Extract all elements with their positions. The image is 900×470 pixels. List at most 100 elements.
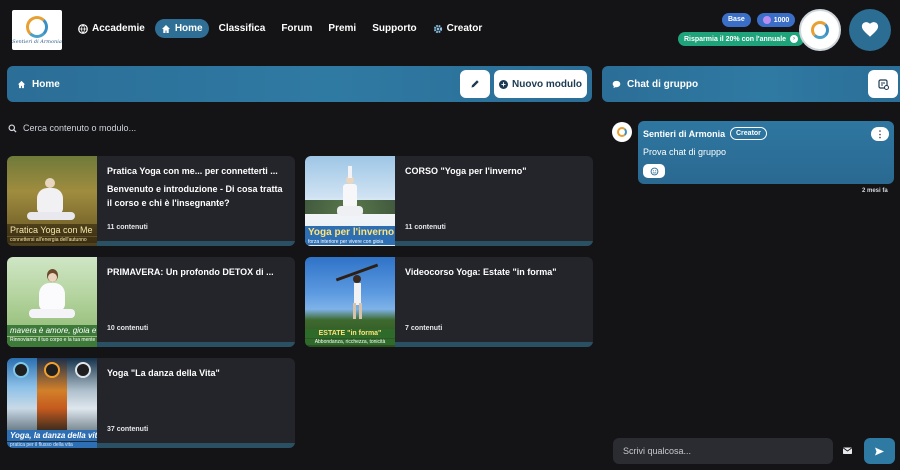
add-reaction-button[interactable] [643,164,665,178]
module-card[interactable]: Pratica Yoga con Me connettersi all'ener… [7,156,295,246]
gear-icon [433,24,443,34]
brand-logo[interactable]: Sentieri di Armonia [12,10,62,50]
search-icon [8,123,17,133]
mail-button[interactable] [840,443,854,457]
module-thumbnail: ESTATE "in forma" Abbondanza, ricchezza,… [305,257,395,347]
top-bar: Sentieri di Armonia Accademie Home Class… [0,0,900,60]
nav-item-label: Creator [446,23,483,34]
smiley-icon [650,167,658,175]
module-title: PRIMAVERA: Un profondo DETOX di ... [107,267,274,277]
module-card[interactable]: Yoga, la danza della vita pratica per il… [7,358,295,448]
module-count: 10 contenuti [107,325,149,332]
send-button[interactable] [864,438,895,464]
search-placeholder: Cerca contenuto o modulo... [23,123,137,133]
module-info: Videocorso Yoga: Estate "in forma" [405,267,585,277]
module-progress-bar [395,241,593,246]
message-timestamp: 2 mesi fa [862,188,888,194]
logo-swirl-icon [811,21,829,39]
points-icon [762,16,771,24]
envelope-icon [842,447,852,454]
chat-settings-icon [877,78,889,90]
nav-item-premi[interactable]: Premi [322,19,362,38]
thumbnail-caption: Yoga, la danza della vita [7,430,97,441]
module-progress-bar [97,241,295,246]
nav-item-home[interactable]: Home [154,19,209,38]
thumbnail-caption: Pratica Yoga con Me [7,224,97,236]
module-progress-bar [97,342,295,347]
nav-item-supporto[interactable]: Supporto [366,19,422,38]
nav-item-forum[interactable]: Forum [275,19,318,38]
home-title-text: Home [32,78,60,90]
module-title: CORSO "Yoga per l'inverno" [405,166,527,176]
chat-settings-button[interactable] [868,70,898,98]
chat-title-text: Chat di gruppo [627,78,699,90]
module-info: CORSO "Yoga per l'inverno" [405,166,585,176]
module-count: 11 contenuti [405,224,446,231]
message-author[interactable]: Sentieri di Armonia [643,129,725,139]
globe-icon [78,23,88,34]
arrow-right-icon: › [790,35,799,43]
module-info: PRIMAVERA: Un profondo DETOX di ... [107,267,287,277]
chat-title: Chat di gruppo [612,79,698,90]
module-title: Yoga "La danza della Vita" [107,368,220,378]
search-field[interactable]: Cerca contenuto o modulo... [8,123,136,133]
new-module-button[interactable]: + Nuovo modulo [494,70,587,98]
logo-swirl-icon [617,127,627,137]
points-value: 1000 [773,16,790,24]
nav-item-classifica[interactable]: Classifica [213,19,272,38]
pencil-icon [471,80,479,88]
thumbnail-subcaption: Rinnoviamo il tuo corpo e la tua mente [7,337,97,347]
chat-header: Chat di gruppo [602,66,900,102]
thumbnail-caption: ESTATE "in forma" [305,329,395,338]
thumbnail-subcaption: connettersi all'energia dell'autunno [7,237,97,243]
module-thumbnail: mavera è amore, gioia e leggere Rinnovia… [7,257,97,347]
nav-item-label: Premi [328,23,357,34]
nav-item-label: Forum [281,23,313,34]
chat-input-placeholder: Scrivi qualcosa... [623,446,692,456]
message-text: Prova chat di gruppo [643,147,727,157]
module-thumbnail: Yoga per l'inverno forza interiore per v… [305,156,395,246]
module-info: Yoga "La danza della Vita" [107,368,287,378]
points-badge[interactable]: 1000 [756,13,796,27]
logo-swirl-icon [26,15,48,38]
main-nav: Accademie Home Classifica Forum Premi Su… [72,19,488,38]
module-count: 11 contenuti [107,224,148,231]
module-thumbnail: Yoga, la danza della vita pratica per il… [7,358,97,448]
home-icon [161,24,171,34]
module-thumbnail: Pratica Yoga con Me connettersi all'ener… [7,156,97,246]
chat-message-input[interactable]: Scrivi qualcosa... [613,438,833,464]
promo-text: Risparmia il 20% con l'annuale [684,35,787,43]
plus-icon: + [499,79,508,89]
nav-item-creator[interactable]: Creator [427,19,489,38]
heart-icon [861,22,879,37]
creator-badge: Creator [730,127,767,140]
nav-item-label: Accademie [92,23,145,34]
nav-item-label: Supporto [372,23,417,34]
new-module-label: Nuovo modulo [512,78,582,90]
plan-badges: Base 1000 [722,13,796,27]
module-card[interactable]: mavera è amore, gioia e leggere Rinnovia… [7,257,295,347]
promo-badge[interactable]: Risparmia il 20% con l'annuale › [678,32,805,46]
message-avatar[interactable] [612,122,632,142]
nav-item-accademie[interactable]: Accademie [72,19,151,38]
home-header: Home + Nuovo modulo [7,66,592,102]
thumbnail-subcaption: forza interiore per vivere con gioia [305,239,395,245]
favorites-button[interactable] [849,9,891,51]
thumbnail-caption: mavera è amore, gioia e leggere [7,325,97,336]
module-count: 7 contenuti [405,325,443,332]
module-card[interactable]: ESTATE "in forma" Abbondanza, ricchezza,… [305,257,593,347]
logo-text: Sentieri di Armonia [12,38,62,45]
home-title: Home [17,79,60,90]
thumbnail-caption: Yoga per l'inverno [305,226,395,239]
chat-bubble-icon [612,80,621,88]
edit-button[interactable] [460,70,490,98]
module-title: Pratica Yoga con me... per connetterti .… [107,166,278,176]
send-icon [875,447,884,455]
module-description: Benvenuto e introduzione - Di cosa tratt… [107,184,283,208]
module-card[interactable]: Yoga per l'inverno forza interiore per v… [305,156,593,246]
module-title: Videocorso Yoga: Estate "in forma" [405,267,557,277]
avatar[interactable] [799,9,841,51]
nav-item-label: Classifica [218,23,266,34]
plan-badge[interactable]: Base [722,13,751,27]
message-options-button[interactable]: ⋮ [871,127,889,141]
